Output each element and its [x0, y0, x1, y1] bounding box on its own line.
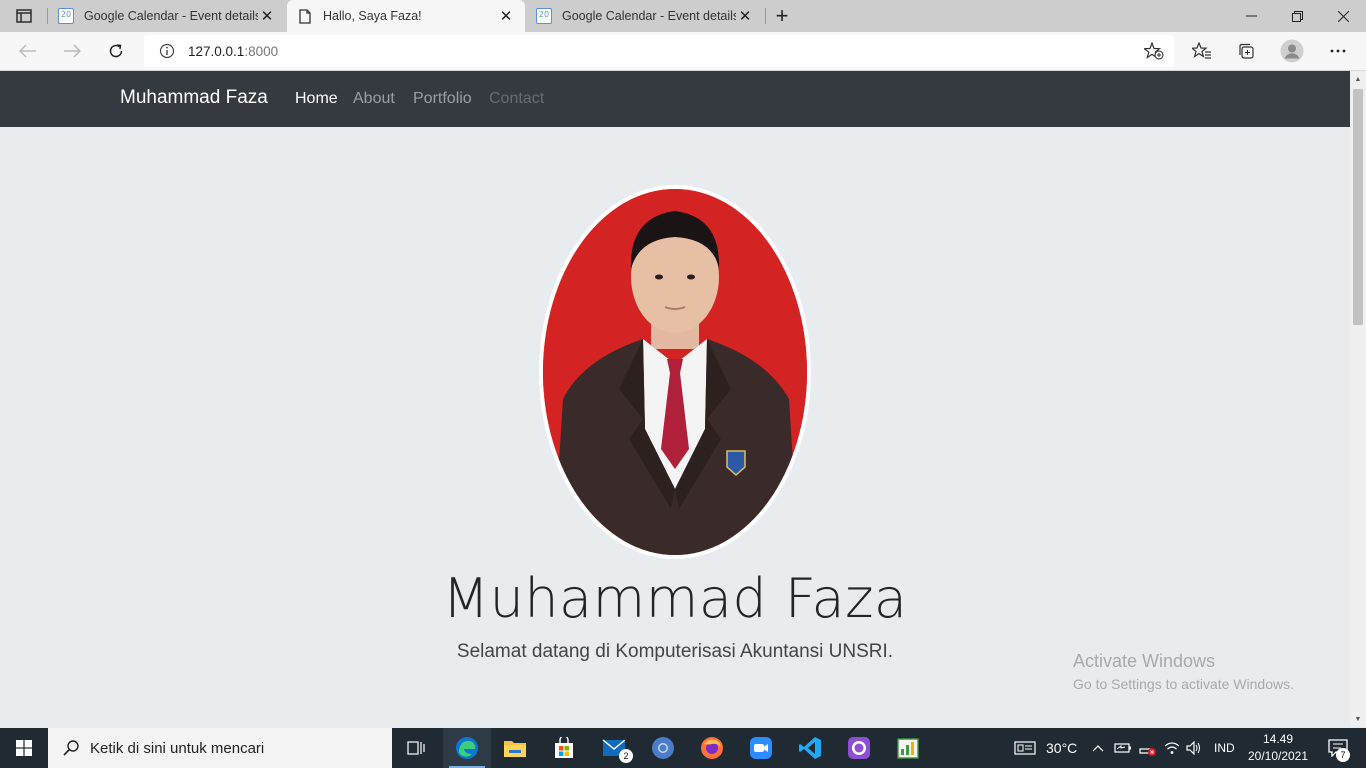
back-arrow-icon[interactable]: [12, 36, 44, 66]
nav-about[interactable]: About: [353, 90, 395, 108]
browser-toolbar: 127.0.0.1:8000: [0, 32, 1366, 71]
scroll-down-arrow-icon[interactable]: ▼: [1353, 714, 1363, 724]
chromium-browser-icon[interactable]: [639, 728, 687, 768]
notification-badge: 7: [1336, 748, 1350, 762]
notification-center-icon[interactable]: 7: [1318, 728, 1358, 768]
clock-date: 20/10/2021: [1247, 749, 1309, 763]
tab-google-calendar-1[interactable]: 20 Google Calendar - Event details ✕: [48, 0, 286, 32]
scroll-up-arrow-icon[interactable]: ▲: [1353, 74, 1363, 84]
address-bar[interactable]: 127.0.0.1:8000: [144, 35, 1174, 67]
collections-icon[interactable]: [1230, 36, 1262, 66]
zoom-icon[interactable]: [737, 728, 785, 768]
windows-taskbar: Ketik di sini untuk mencari 2 30°C IND 1…: [0, 728, 1366, 768]
search-icon: [62, 739, 80, 757]
minimize-button[interactable]: [1228, 0, 1274, 32]
battery-icon[interactable]: [1114, 728, 1132, 768]
tab-actions-menu-icon[interactable]: [8, 4, 40, 28]
search-placeholder: Ketik di sini untuk mencari: [90, 739, 265, 757]
new-tab-button[interactable]: +: [768, 3, 796, 28]
tab-google-calendar-2[interactable]: 20 Google Calendar - Event details ✕: [526, 0, 764, 32]
edge-browser-icon[interactable]: [443, 728, 491, 768]
tab-title: Hallo, Saya Faza!: [323, 9, 422, 23]
weather-icon: [1014, 741, 1036, 755]
mail-badge: 2: [619, 749, 633, 763]
add-favorite-icon[interactable]: [1138, 36, 1170, 66]
browser-tab-strip: 20 Google Calendar - Event details ✕ Hal…: [0, 0, 1366, 32]
tab-title: Google Calendar - Event details: [562, 9, 736, 23]
navbar-brand[interactable]: Muhammad Faza: [120, 87, 268, 109]
more-options-icon[interactable]: [1322, 36, 1354, 66]
page-icon: [297, 8, 313, 24]
nav-home[interactable]: Home: [295, 90, 338, 108]
github-desktop-icon[interactable]: [835, 728, 883, 768]
watermark-subtitle: Go to Settings to activate Windows.: [1073, 676, 1294, 692]
nav-portfolio[interactable]: Portfolio: [413, 90, 472, 108]
tab-title: Google Calendar - Event details: [84, 9, 258, 23]
site-navbar: Muhammad Faza Home About Portfolio Conta…: [0, 71, 1350, 127]
file-explorer-icon[interactable]: [491, 728, 539, 768]
calendar-icon: 20: [536, 8, 552, 24]
reload-icon[interactable]: [100, 36, 132, 66]
close-window-button[interactable]: [1320, 0, 1366, 32]
calendar-icon: 20: [58, 8, 74, 24]
watermark-title: Activate Windows: [1073, 651, 1216, 671]
microsoft-store-icon[interactable]: [540, 728, 588, 768]
taskbar-search-box[interactable]: Ketik di sini untuk mencari: [48, 728, 392, 768]
tab-hallo-saya-faza[interactable]: Hallo, Saya Faza! ✕: [287, 0, 525, 32]
vscode-icon[interactable]: [786, 728, 834, 768]
forward-arrow-icon[interactable]: [56, 36, 88, 66]
weather-widget[interactable]: 30°C: [1014, 728, 1077, 768]
profile-avatar-icon[interactable]: [1276, 36, 1308, 66]
hero-heading: Muhammad Faza: [442, 567, 908, 630]
webpage-viewport: Muhammad Faza Home About Portfolio Conta…: [0, 71, 1350, 727]
favorites-icon[interactable]: [1186, 36, 1218, 66]
close-tab-icon[interactable]: ✕: [497, 7, 515, 25]
firefox-icon[interactable]: [688, 728, 736, 768]
network-disconnected-icon[interactable]: [1138, 728, 1158, 768]
temperature-text: 30°C: [1046, 740, 1078, 756]
activate-windows-watermark: Activate Windows Go to Settings to activ…: [1073, 651, 1294, 692]
url-text[interactable]: 127.0.0.1:8000: [188, 44, 278, 59]
show-hidden-icons-chevron-icon[interactable]: [1092, 728, 1104, 768]
input-language-indicator[interactable]: IND: [1214, 728, 1235, 768]
taskbar-clock[interactable]: 14.49 20/10/2021: [1246, 731, 1310, 765]
page-scrollbar[interactable]: ▲ ▼: [1350, 71, 1366, 727]
close-tab-icon[interactable]: ✕: [258, 7, 276, 25]
wifi-icon[interactable]: [1164, 728, 1180, 768]
mail-icon[interactable]: 2: [590, 728, 638, 768]
nav-contact[interactable]: Contact: [489, 90, 544, 108]
profile-photo: [539, 185, 811, 559]
close-tab-icon[interactable]: ✕: [736, 7, 754, 25]
start-button[interactable]: [0, 728, 48, 768]
site-info-icon[interactable]: [158, 42, 176, 60]
spreadsheet-app-icon[interactable]: [884, 728, 932, 768]
restore-button[interactable]: [1274, 0, 1320, 32]
task-view-icon[interactable]: [392, 728, 440, 768]
tab-separator: [765, 8, 766, 24]
clock-time: 14.49: [1262, 732, 1294, 746]
scrollbar-thumb[interactable]: [1353, 89, 1363, 325]
volume-icon[interactable]: [1186, 728, 1202, 768]
